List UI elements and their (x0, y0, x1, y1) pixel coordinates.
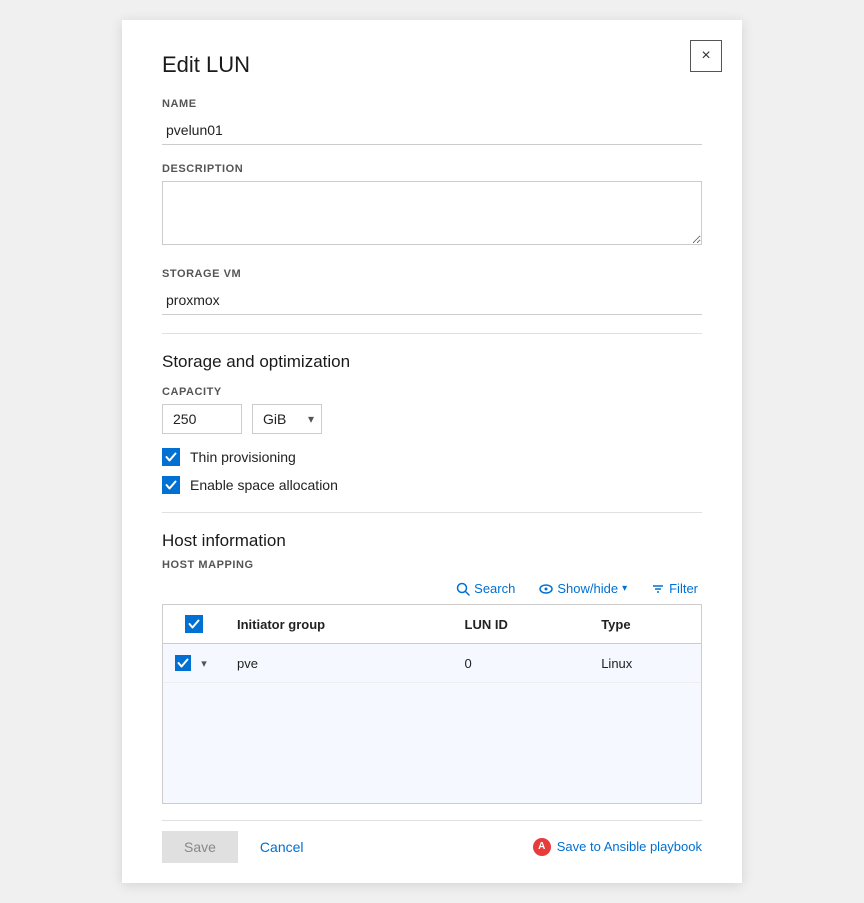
row-checkbox[interactable] (175, 655, 191, 671)
table-empty-row (163, 683, 701, 803)
close-button[interactable]: × (690, 40, 722, 72)
name-input[interactable] (162, 116, 702, 145)
footer-bar: Save Cancel A Save to Ansible playbook (162, 820, 702, 863)
filter-icon (651, 582, 665, 596)
select-all-checkbox[interactable] (185, 615, 203, 633)
space-allocation-label: Enable space allocation (190, 477, 338, 493)
close-icon: × (701, 47, 710, 65)
table-actions-bar: Search Show/hide ▾ Filter (162, 579, 702, 598)
storage-vm-value: proxmox (162, 286, 702, 315)
row-expand-btn[interactable]: ▾ (195, 654, 213, 672)
storage-section-title: Storage and optimization (162, 352, 702, 372)
divider-2 (162, 512, 702, 513)
thin-provisioning-checkbox[interactable] (162, 448, 180, 466)
host-mapping-table-wrap: Initiator group LUN ID Type (162, 604, 702, 804)
row-lun-id: 0 (453, 644, 590, 683)
filter-label: Filter (669, 581, 698, 596)
space-allocation-checkbox[interactable] (162, 476, 180, 494)
row-select-cell: ▾ (163, 644, 225, 683)
storage-vm-field-group: STORAGE VM proxmox (162, 268, 702, 315)
capacity-input[interactable] (162, 404, 242, 434)
name-field-group: NAME (162, 98, 702, 145)
edit-lun-modal: × Edit LUN NAME DESCRIPTION STORAGE VM p… (122, 20, 742, 883)
description-field-group: DESCRIPTION (162, 163, 702, 250)
col-select (163, 605, 225, 644)
name-label: NAME (162, 98, 702, 110)
col-initiator-group: Initiator group (225, 605, 453, 644)
col-type: Type (589, 605, 701, 644)
ansible-button[interactable]: A Save to Ansible playbook (533, 838, 702, 856)
eye-icon (539, 582, 553, 596)
modal-title: Edit LUN (162, 52, 702, 78)
col-lun-id: LUN ID (453, 605, 590, 644)
space-allocation-row: Enable space allocation (162, 476, 702, 494)
show-hide-button[interactable]: Show/hide ▾ (535, 579, 631, 598)
ansible-icon: A (533, 838, 551, 856)
capacity-row: GiB TiB MiB (162, 404, 702, 434)
search-icon (456, 582, 470, 596)
host-mapping-table: Initiator group LUN ID Type (163, 605, 701, 803)
divider-1 (162, 333, 702, 334)
storage-vm-label: STORAGE VM (162, 268, 702, 280)
host-section-title: Host information (162, 531, 702, 551)
capacity-label: CAPACITY (162, 386, 702, 398)
thin-provisioning-label: Thin provisioning (190, 449, 296, 465)
table-row: ▾ pve 0 Linux (163, 644, 701, 683)
filter-button[interactable]: Filter (647, 579, 702, 598)
show-hide-label: Show/hide (557, 581, 618, 596)
search-label: Search (474, 581, 515, 596)
ansible-label: Save to Ansible playbook (557, 839, 702, 854)
description-input[interactable] (162, 181, 702, 245)
unit-select-wrap: GiB TiB MiB (252, 404, 322, 434)
table-empty-area (163, 683, 701, 803)
thin-provisioning-row: Thin provisioning (162, 448, 702, 466)
row-type: Linux (589, 644, 701, 683)
table-header-row: Initiator group LUN ID Type (163, 605, 701, 644)
unit-select[interactable]: GiB TiB MiB (252, 404, 322, 434)
row-initiator-group: pve (225, 644, 453, 683)
search-button[interactable]: Search (452, 579, 519, 598)
description-label: DESCRIPTION (162, 163, 702, 175)
host-mapping-label: HOST MAPPING (162, 559, 702, 571)
chevron-down-icon: ▾ (622, 583, 627, 594)
